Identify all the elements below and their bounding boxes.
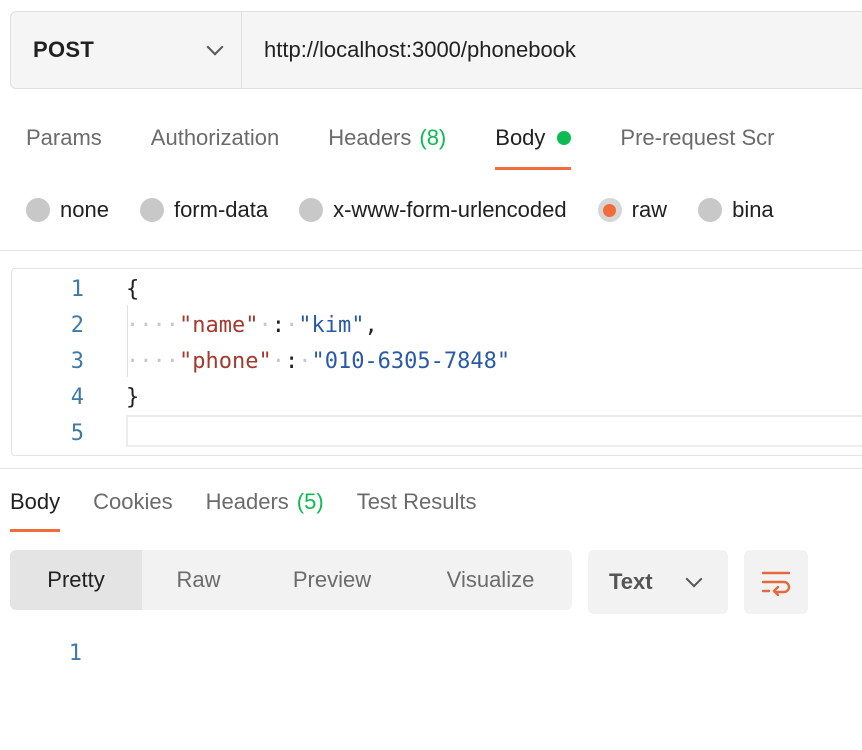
line-number: 4	[70, 384, 84, 410]
tab-label: Cookies	[93, 489, 173, 514]
postman-request-panel: POST http://localhost:3000/phonebook Par…	[0, 0, 862, 750]
tab-pre-request-script[interactable]: Pre-request Scr	[620, 118, 774, 158]
code-text: ····"phone"·:·"010-6305-7848"	[126, 348, 511, 374]
json-string: "010-6305-7848"	[311, 348, 511, 374]
view-mode-pretty[interactable]: Pretty	[10, 550, 142, 610]
body-indicator-dot-icon	[557, 131, 572, 145]
code-text: {	[126, 276, 140, 302]
json-key: "phone"	[178, 348, 272, 374]
view-mode-preview[interactable]: Preview	[255, 550, 409, 610]
response-format-select[interactable]: Text	[588, 550, 728, 614]
request-url-bar: POST http://localhost:3000/phonebook	[10, 11, 862, 89]
tab-label: Params	[26, 125, 102, 150]
line-number: 3	[70, 348, 84, 374]
line-number: 2	[70, 312, 84, 338]
response-view-modes: Pretty Raw Preview Visualize	[10, 550, 572, 610]
chevron-down-icon	[206, 38, 224, 56]
view-mode-visualize[interactable]: Visualize	[409, 550, 572, 610]
editor-line: 3 ····"phone"·:·"010-6305-7848"	[12, 343, 862, 379]
radio-label: none	[60, 197, 109, 222]
editor-line: 1 {	[12, 271, 862, 307]
editor-line: 4 }	[12, 379, 862, 415]
tab-label: Headers	[328, 125, 412, 150]
tab-params[interactable]: Params	[26, 118, 102, 158]
code-text: }	[126, 384, 140, 410]
method-label: POST	[33, 37, 95, 62]
format-label: Text	[609, 569, 653, 594]
headers-count: (8)	[419, 125, 447, 150]
response-tab-cookies[interactable]: Cookies	[93, 484, 172, 520]
radio-label: form-data	[173, 197, 269, 222]
tab-body[interactable]: Body	[495, 118, 572, 170]
tab-label: Body	[10, 489, 61, 514]
view-mode-raw[interactable]: Raw	[142, 550, 255, 610]
response-tabs: Body Cookies Headers (5) Test Results	[10, 484, 510, 532]
wrap-lines-icon	[761, 571, 791, 596]
line-number: 1	[70, 276, 84, 302]
tab-label: Headers	[205, 489, 289, 514]
radio-selected-icon	[597, 198, 622, 222]
radio-raw[interactable]: raw	[597, 197, 668, 223]
radio-circle-icon	[139, 198, 164, 222]
method-select[interactable]: POST	[11, 12, 242, 88]
line-number: 5	[70, 420, 84, 446]
radio-urlencoded[interactable]: x-www-form-urlencoded	[299, 197, 567, 223]
radio-circle-icon	[299, 198, 324, 222]
json-colon: :	[284, 348, 299, 374]
line-number: 1	[68, 640, 82, 666]
radio-label: raw	[631, 197, 668, 222]
response-tab-body[interactable]: Body	[10, 484, 61, 532]
tab-label: Authorization	[150, 125, 280, 150]
tab-label: Body	[495, 125, 546, 150]
radio-circle-icon	[698, 198, 723, 222]
json-key: "name"	[178, 312, 259, 338]
body-type-radios: none form-data x-www-form-urlencoded raw…	[26, 192, 805, 228]
code-text: ····"name"·:·"kim",	[126, 312, 378, 338]
tab-label: Test Results	[356, 489, 477, 514]
chevron-down-icon	[685, 570, 703, 588]
response-headers-count: (5)	[296, 489, 324, 514]
radio-label: bina	[732, 197, 774, 222]
wrap-lines-button[interactable]	[744, 550, 808, 614]
tab-authorization[interactable]: Authorization	[151, 118, 279, 158]
response-body: 1	[0, 636, 82, 670]
response-tab-headers[interactable]: Headers (5)	[206, 484, 324, 520]
editor-line: 5	[12, 415, 862, 451]
json-string: "kim"	[298, 312, 365, 338]
url-input[interactable]: http://localhost:3000/phonebook	[242, 12, 862, 88]
divider	[0, 250, 862, 251]
editor-line: 2 ····"name"·:·"kim",	[12, 307, 862, 343]
tab-label: Pre-request Scr	[620, 125, 775, 150]
radio-circle-icon	[26, 198, 50, 222]
request-body-editor[interactable]: 1 { 2 ····"name"·:·"kim", 3 ····"phone"·…	[11, 268, 862, 456]
json-comma: ,	[364, 312, 378, 338]
json-colon: :	[271, 312, 285, 338]
divider	[0, 468, 862, 469]
radio-form-data[interactable]: form-data	[139, 197, 269, 223]
radio-binary[interactable]: bina	[698, 197, 774, 223]
radio-label: x-www-form-urlencoded	[333, 197, 567, 222]
radio-none[interactable]: none	[26, 197, 109, 223]
request-tabs: Params Authorization Headers (8) Body Pr…	[26, 118, 823, 172]
response-tab-test-results[interactable]: Test Results	[357, 484, 477, 520]
tab-headers[interactable]: Headers (8)	[328, 118, 446, 158]
